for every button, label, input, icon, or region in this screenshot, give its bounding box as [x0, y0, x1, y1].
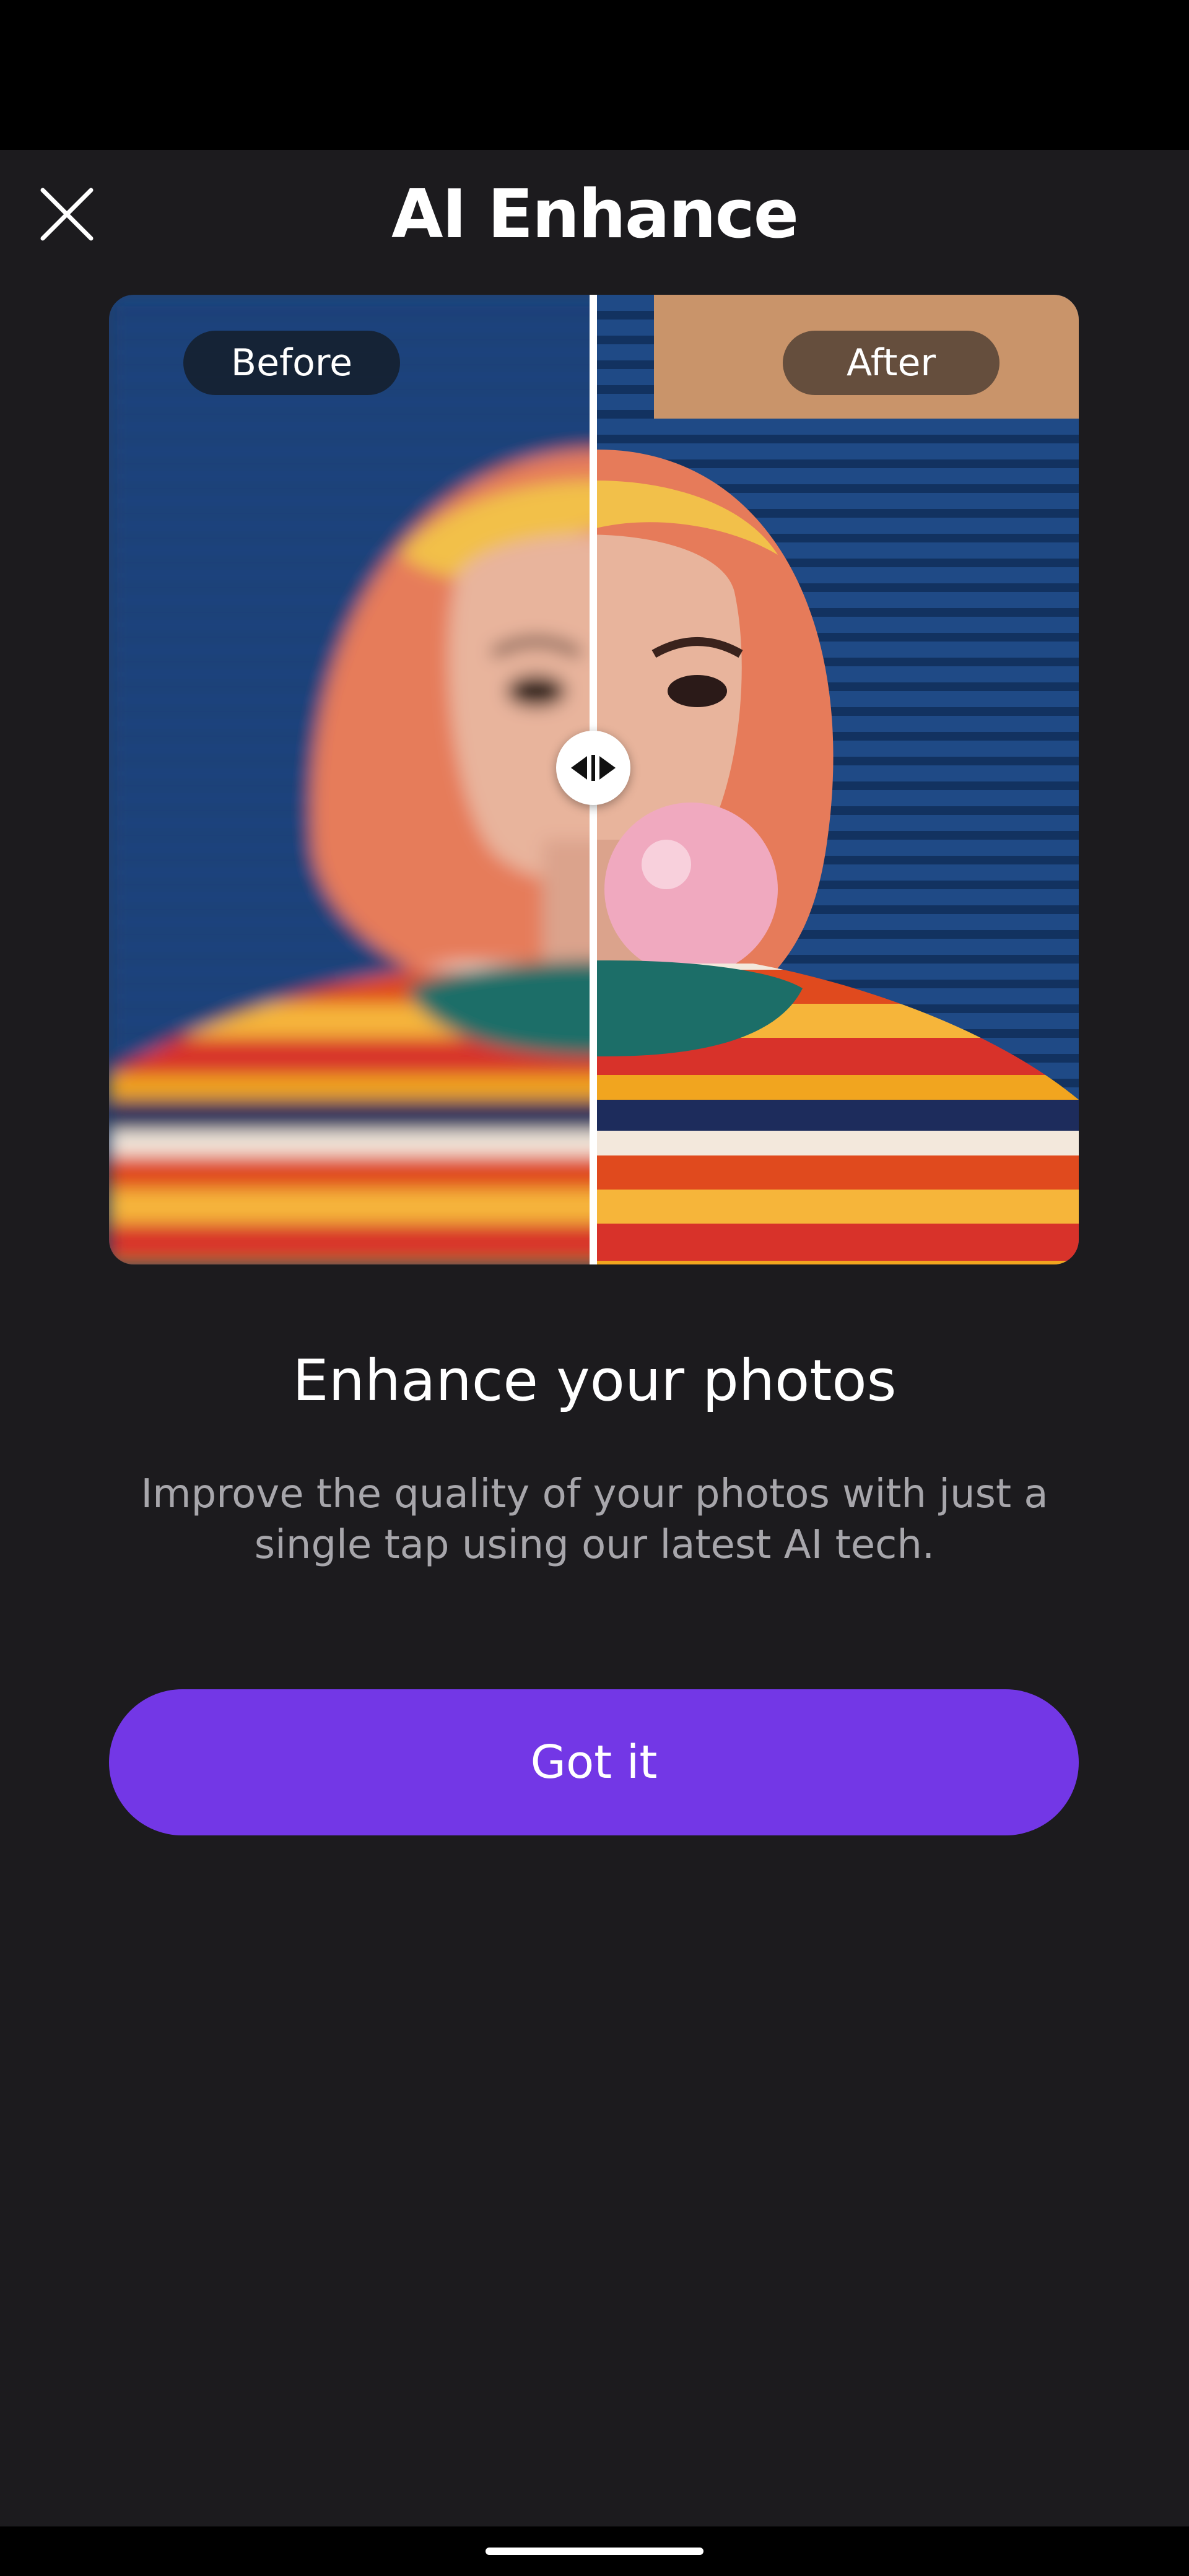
- before-after-comparison[interactable]: Before After: [109, 295, 1079, 1264]
- before-label: Before: [183, 331, 400, 395]
- feature-description: Improve the quality of your photos with …: [141, 1471, 1048, 1568]
- after-label: After: [783, 331, 1000, 395]
- status-bar: [0, 0, 1189, 150]
- page-title: AI Enhance: [391, 176, 799, 253]
- got-it-button[interactable]: Got it: [109, 1689, 1079, 1835]
- home-indicator[interactable]: [486, 2548, 703, 2555]
- ai-enhance-screen: AI Enhance Before After Enhance your pho…: [0, 0, 1189, 2576]
- comparison-handle[interactable]: [556, 731, 630, 805]
- compare-arrows-icon: [571, 755, 616, 781]
- feature-heading: Enhance your photos: [292, 1347, 897, 1414]
